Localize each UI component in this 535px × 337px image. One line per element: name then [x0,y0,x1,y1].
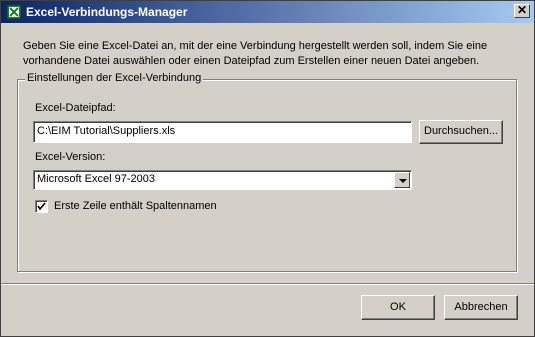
checkbox-label[interactable]: Erste Zeile enthält Spaltennamen [54,200,217,212]
footer-separator [1,283,534,285]
title-bar[interactable]: Excel-Verbindungs-Manager ✕ [1,1,534,23]
close-button[interactable]: ✕ [514,4,530,18]
description-text: Geben Sie eine Excel-Datei an, mit der e… [23,40,488,67]
cancel-button[interactable]: Abbrechen [444,295,518,320]
groupbox-legend: Einstellungen der Excel-Verbindung [25,72,204,84]
browse-button[interactable]: Durchsuchen... [419,120,503,144]
checkmark-icon [37,202,46,211]
path-input[interactable]: C:\EIM Tutorial\Suppliers.xls [33,121,412,143]
version-selected-value: Microsoft Excel 97-2003 [37,173,155,185]
chevron-down-icon[interactable] [394,172,410,188]
version-label: Excel-Version: [35,151,106,163]
header-row-checkbox[interactable] [35,200,48,213]
ok-button[interactable]: OK [361,295,435,320]
path-label: Excel-Dateipfad: [35,102,116,114]
dialog-window: Excel-Verbindungs-Manager ✕ Geben Sie ei… [0,0,535,337]
close-icon: ✕ [516,3,528,17]
window-title: Excel-Verbindungs-Manager [26,5,188,19]
version-select[interactable]: Microsoft Excel 97-2003 [33,170,412,190]
excel-app-icon [6,4,22,20]
